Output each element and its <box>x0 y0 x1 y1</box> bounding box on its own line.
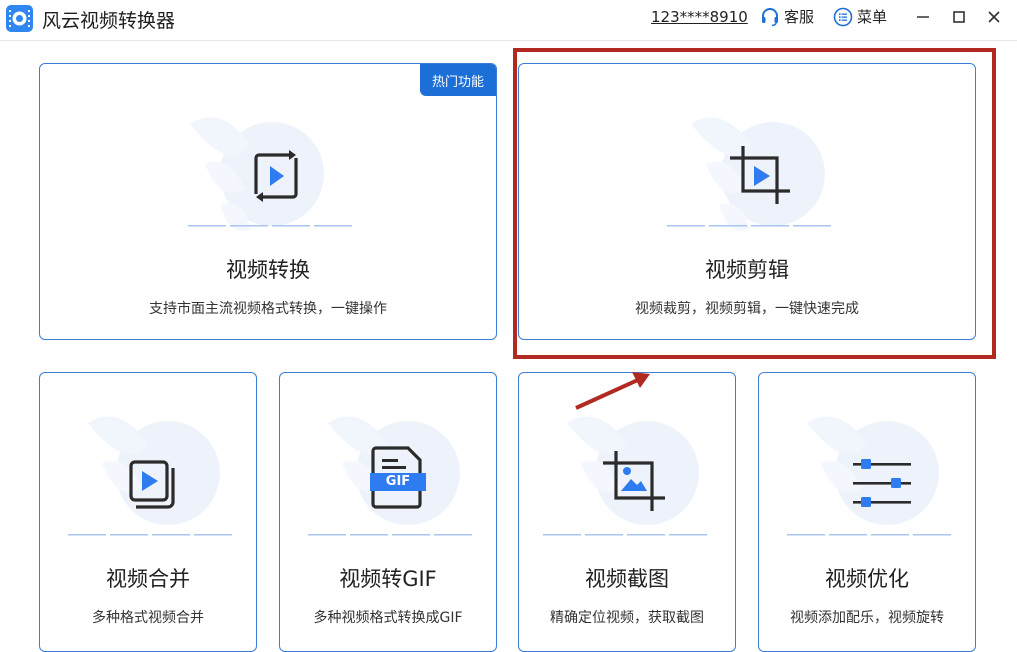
close-button[interactable] <box>983 6 1005 28</box>
minimize-icon <box>917 16 929 18</box>
highlight-box <box>513 48 996 359</box>
card-title: 视频合并 <box>106 567 190 591</box>
card-description: 多种视频格式转换成GIF <box>313 610 463 626</box>
maximize-icon <box>953 11 965 23</box>
sliders-icon <box>853 459 911 507</box>
maximize-button[interactable] <box>948 6 970 28</box>
minimize-button[interactable] <box>912 6 934 28</box>
card-title: 视频转换 <box>226 258 310 282</box>
card-video-convert[interactable]: 视频转换 支持市面主流视频格式转换，一键操作 热门功能 <box>39 63 497 340</box>
card-video-to-gif[interactable]: GIF 视频转GIF 多种视频格式转换成GIF <box>279 372 497 652</box>
hot-feature-badge: 热门功能 <box>420 64 496 96</box>
card-title: 视频转GIF <box>339 567 437 591</box>
title-bar: 风云视频转换器 123****8910 客服 菜单 <box>0 0 1017 36</box>
annotation-arrow-icon <box>575 372 650 410</box>
app-logo-icon <box>6 5 33 32</box>
support-label: 客服 <box>784 8 815 26</box>
account-link[interactable]: 123****8910 <box>651 8 748 26</box>
menu-label: 菜单 <box>857 8 888 26</box>
support-button[interactable]: 客服 <box>760 6 814 27</box>
card-title: 视频截图 <box>585 567 669 591</box>
card-description: 视频添加配乐，视频旋转 <box>790 610 944 626</box>
convert-icon <box>254 150 298 202</box>
merge-icon <box>129 460 175 509</box>
card-description: 多种格式视频合并 <box>92 610 204 626</box>
close-icon <box>988 11 1000 23</box>
card-video-screenshot[interactable]: 视频截图 精确定位视频，获取截图 <box>518 372 736 652</box>
card-video-optimize[interactable]: 视频优化 视频添加配乐，视频旋转 <box>758 372 976 652</box>
headset-icon <box>762 7 778 26</box>
menu-button[interactable]: 菜单 <box>833 6 887 27</box>
card-video-merge[interactable]: 视频合并 多种格式视频合并 <box>39 372 257 652</box>
gif-icon-label: GIF <box>385 474 411 489</box>
card-title: 视频优化 <box>825 567 909 591</box>
app-title: 风云视频转换器 <box>42 10 176 32</box>
card-description: 支持市面主流视频格式转换，一键操作 <box>149 301 387 317</box>
title-divider <box>0 40 1017 41</box>
card-description: 精确定位视频，获取截图 <box>550 610 704 626</box>
screenshot-icon <box>603 451 665 511</box>
menu-icon <box>833 7 853 26</box>
